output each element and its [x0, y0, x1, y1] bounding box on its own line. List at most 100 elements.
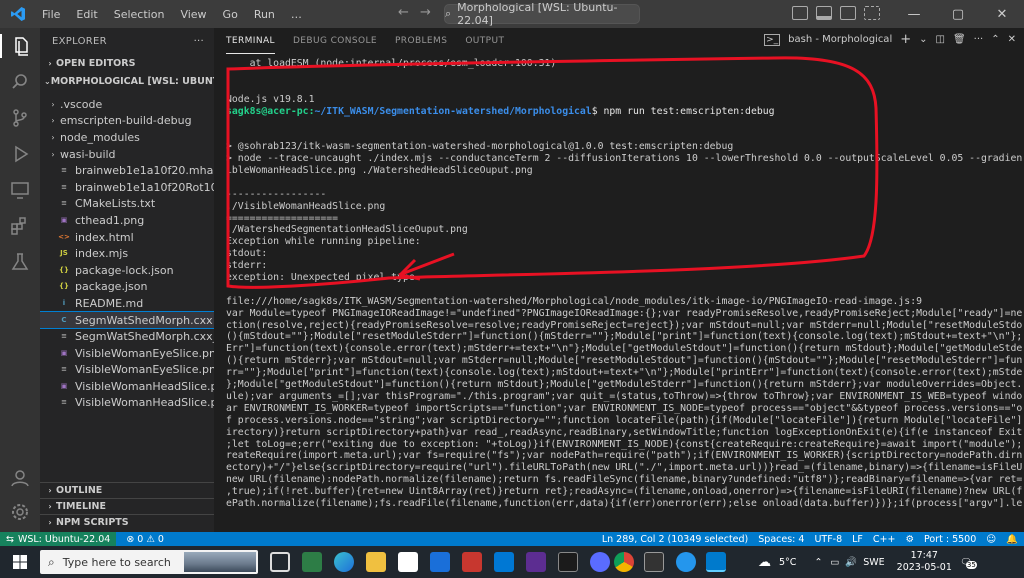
tree-folder[interactable]: › .vscode — [40, 96, 214, 113]
chevron-right-icon: › — [51, 149, 55, 159]
cursor-position[interactable]: Ln 289, Col 2 (10349 selected) — [602, 534, 748, 545]
encoding[interactable]: UTF-8 — [814, 534, 842, 545]
network-icon[interactable]: ▭ — [830, 557, 839, 568]
maximize-icon[interactable]: ▢ — [936, 7, 980, 22]
app-dark-icon[interactable] — [644, 552, 664, 572]
weather-temp[interactable]: 5°C — [779, 557, 796, 568]
app-red-icon[interactable] — [462, 552, 482, 572]
menu-more[interactable]: … — [283, 8, 310, 21]
xbox-icon[interactable] — [302, 552, 322, 572]
clock[interactable]: 17:47 2023-05-01 — [897, 550, 952, 574]
tree-file[interactable]: JS index.mjs — [40, 245, 214, 262]
vscode-taskbar-icon[interactable] — [706, 552, 726, 572]
timeline-label: TIMELINE — [56, 501, 106, 512]
mail-icon[interactable] — [430, 552, 450, 572]
tree-file[interactable]: ≡ CMakeLists.txt — [40, 196, 214, 213]
close-icon[interactable]: ✕ — [980, 7, 1024, 22]
menu-run[interactable]: Run — [246, 8, 283, 21]
tree-item-label: package.json — [75, 280, 148, 294]
volume-icon[interactable]: 🔊 — [845, 557, 857, 568]
tree-file[interactable]: i README.md — [40, 295, 214, 312]
command-center[interactable]: ⌕ Morphological [WSL: Ubuntu-22.04] — [444, 1, 640, 27]
npm-scripts-section[interactable]: › NPM SCRIPTS — [40, 514, 214, 530]
visual-studio-icon[interactable] — [526, 552, 546, 572]
edge-icon[interactable] — [334, 552, 354, 572]
extensions-icon[interactable] — [8, 214, 32, 238]
indentation[interactable]: Spaces: 4 — [758, 534, 804, 545]
chevron-right-icon: › — [51, 132, 55, 142]
tree-item-label: SegmWatShedMorph.cxx — [75, 313, 213, 327]
account-icon[interactable] — [8, 466, 32, 490]
tree-file[interactable]: {} package-lock.json — [40, 262, 214, 279]
taskbar-search[interactable]: ⌕ Type here to search — [40, 550, 258, 574]
toggle-secondary-sidebar-icon[interactable] — [840, 6, 856, 20]
image-file-icon: ▣ — [60, 381, 68, 390]
tree-file[interactable]: ≡ brainweb1e1a10f20.mha — [40, 162, 214, 179]
customize-layout-icon[interactable] — [864, 6, 880, 20]
manage-gear-icon[interactable] — [8, 500, 32, 524]
end-of-line[interactable]: LF — [852, 534, 863, 545]
language-mode[interactable]: C++ — [873, 534, 896, 545]
windows-start-icon[interactable] — [13, 555, 27, 569]
chrome-icon[interactable] — [614, 552, 634, 572]
tree-file[interactable]: ≡ VisibleWomanHeadSlice.png:Zon... — [40, 395, 214, 412]
port-indicator[interactable]: Port : 5500 — [924, 534, 976, 545]
search-icon[interactable] — [8, 70, 32, 94]
run-debug-icon[interactable] — [8, 142, 32, 166]
tree-file[interactable]: ≡ brainweb1e1a10f20Rot10Tx15.m... — [40, 179, 214, 196]
tree-item-label: node_modules — [60, 130, 140, 144]
menu-edit[interactable]: Edit — [68, 8, 105, 21]
tree-file[interactable]: C SegmWatShedMorph.cxx — [40, 310, 214, 330]
tree-file[interactable]: ≡ VisibleWomanEyeSlice.png:Zone... — [40, 362, 214, 379]
menu-view[interactable]: View — [172, 8, 214, 21]
minimize-icon[interactable]: — — [892, 7, 936, 22]
vscode-logo-icon — [11, 7, 25, 21]
chevron-up-icon[interactable]: ⌃ — [814, 557, 822, 568]
app-purple-icon[interactable] — [590, 552, 610, 572]
remote-explorer-icon[interactable] — [8, 178, 32, 202]
docker-icon[interactable] — [676, 552, 696, 572]
problems-count[interactable]: ⊗ 0 ⚠ 0 — [126, 534, 164, 545]
menu-selection[interactable]: Selection — [106, 8, 173, 21]
open-editors-section[interactable]: › OPEN EDITORS — [40, 54, 214, 72]
forward-arrow-icon[interactable]: → — [420, 5, 431, 20]
input-language[interactable]: SWE — [863, 557, 884, 568]
tree-file[interactable]: <> index.html — [40, 229, 214, 246]
workspace-section[interactable]: ⌄ MORPHOLOGICAL [WSL: UBUNTU-22.... — [40, 72, 214, 90]
search-icon: ⌕ — [48, 554, 55, 569]
remote-indicator[interactable]: ⇆ WSL: Ubuntu-22.04 — [0, 532, 117, 546]
testing-icon[interactable] — [8, 250, 32, 274]
toggle-panel-icon[interactable] — [816, 6, 832, 20]
search-icon: ⌕ — [445, 7, 452, 20]
remote-icon: ⇆ — [6, 533, 14, 545]
terminal-app-icon[interactable] — [558, 552, 578, 572]
tree-file[interactable]: ▣ VisibleWomanEyeSlice.png — [40, 345, 214, 362]
tree-file[interactable]: ▣ cthead1.png — [40, 212, 214, 229]
tree-folder[interactable]: › wasi-build — [40, 146, 214, 163]
app-blue-icon[interactable] — [494, 552, 514, 572]
file-explorer-icon[interactable] — [366, 552, 386, 572]
timeline-section[interactable]: › TIMELINE — [40, 498, 214, 514]
outline-section[interactable]: › OUTLINE — [40, 482, 214, 498]
gear-icon[interactable]: ⚙ — [905, 534, 914, 545]
back-arrow-icon[interactable]: ← — [398, 5, 409, 20]
chevron-right-icon: › — [51, 99, 55, 109]
tree-folder[interactable]: › emscripten-build-debug — [40, 113, 214, 130]
tree-folder[interactable]: › node_modules — [40, 129, 214, 146]
notifications-icon[interactable]: 🗨35 — [960, 557, 977, 569]
tree-file[interactable]: ▣ VisibleWomanHeadSlice.png — [40, 378, 214, 395]
tree-item-label: VisibleWomanHeadSlice.png — [75, 379, 214, 393]
feedback-icon[interactable]: ☺ — [986, 534, 996, 545]
search-placeholder: Type here to search — [62, 555, 171, 569]
bell-icon[interactable]: 🔔 — [1006, 534, 1018, 545]
store-icon[interactable] — [398, 552, 418, 572]
explorer-icon[interactable] — [0, 34, 40, 58]
toggle-sidebar-icon[interactable] — [792, 6, 808, 20]
more-actions-icon[interactable]: ··· — [194, 36, 204, 47]
menu-go[interactable]: Go — [215, 8, 246, 21]
menu-file[interactable]: File — [34, 8, 68, 21]
tree-file[interactable]: {} package.json — [40, 279, 214, 296]
tree-file[interactable]: ≡ SegmWatShedMorph.cxx_bak — [40, 328, 214, 345]
task-view-icon[interactable] — [270, 552, 290, 572]
source-control-icon[interactable] — [8, 106, 32, 130]
